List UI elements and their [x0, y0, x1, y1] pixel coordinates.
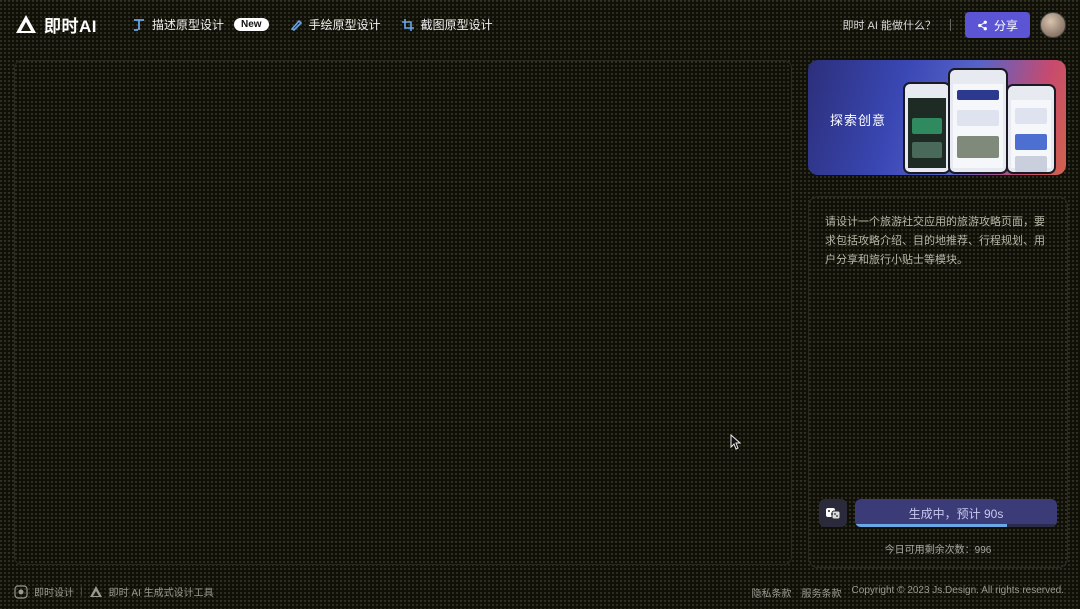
ai-logo-icon	[89, 585, 102, 597]
mouse-cursor-icon	[730, 434, 742, 450]
logo[interactable]: 即时AI	[14, 12, 97, 37]
divider	[949, 19, 951, 31]
terms-link[interactable]: 服务条款	[802, 585, 842, 600]
generate-button[interactable]: 生成中，预计 90s	[855, 499, 1057, 527]
footer-tool-name[interactable]: 即时 AI 生成式设计工具	[109, 584, 214, 599]
nav-label: 手绘原型设计	[308, 18, 381, 32]
top-header: 即时AI 描述原型设计 New 手绘原型设计 截图原型设计 即时 AI 能做什么…	[0, 0, 1080, 52]
footer-brand: 即时设计 | 即时 AI 生成式设计工具	[14, 584, 214, 599]
logo-icon	[16, 14, 36, 33]
avatar[interactable]	[1040, 12, 1066, 38]
design-canvas[interactable]	[14, 60, 792, 565]
nav-screenshot-prototype[interactable]: 截图原型设计	[401, 16, 493, 33]
jsdesign-logo-icon	[14, 584, 28, 599]
new-badge: New	[234, 18, 269, 31]
nav-handdraw-prototype[interactable]: 手绘原型设计	[289, 16, 381, 33]
share-icon	[978, 20, 987, 30]
nav-label: 描述原型设计	[152, 18, 225, 32]
logo-text: 即时AI	[44, 17, 97, 36]
screenshot-icon	[401, 18, 414, 31]
banner-title: 探索创意	[830, 113, 887, 128]
phone-mockup	[948, 68, 1008, 174]
explore-banner[interactable]: 探索创意	[808, 60, 1066, 175]
footer-links: 隐私条款 服务条款 Copyright © 2023 Js.Design. Al…	[752, 585, 1064, 600]
header-actions: 即时 AI 能做什么？ 分享	[842, 12, 1066, 38]
share-button[interactable]: 分享	[964, 12, 1030, 38]
generate-label: 生成中，预计 90s	[908, 506, 1004, 521]
random-prompt-button[interactable]	[819, 499, 847, 527]
phone-mockup	[1006, 84, 1056, 174]
nav-label: 截图原型设计	[420, 18, 493, 32]
footer-brand-name[interactable]: 即时设计	[34, 584, 74, 599]
footer: 即时设计 | 即时 AI 生成式设计工具 隐私条款 服务条款 Copyright…	[0, 578, 1080, 604]
footer-divider: |	[80, 586, 83, 597]
phone-mockup	[903, 82, 951, 174]
remaining-count: 今日可用剩余次数：996	[884, 545, 992, 556]
prompt-textarea[interactable]: 请设计一个旅游社交应用的旅游攻略页面，要求包括攻略介绍、目的地推荐、行程规划、用…	[825, 213, 1053, 270]
share-label: 分享	[993, 18, 1018, 33]
copyright: Copyright © 2023 Js.Design. All rights r…	[851, 585, 1064, 596]
text-prototype-icon	[134, 18, 144, 31]
nav-describe-prototype[interactable]: 描述原型设计 New	[132, 16, 269, 33]
pen-icon	[290, 19, 302, 31]
dice-icon	[826, 508, 841, 520]
progress-bar	[855, 524, 1057, 527]
privacy-link[interactable]: 隐私条款	[752, 585, 792, 600]
main-nav: 描述原型设计 New 手绘原型设计 截图原型设计	[132, 16, 493, 33]
progress-fill	[855, 524, 1007, 527]
prompt-panel: 请设计一个旅游社交应用的旅游攻略页面，要求包括攻略介绍、目的地推荐、行程规划、用…	[808, 196, 1068, 568]
help-link[interactable]: 即时 AI 能做什么？	[842, 17, 936, 33]
